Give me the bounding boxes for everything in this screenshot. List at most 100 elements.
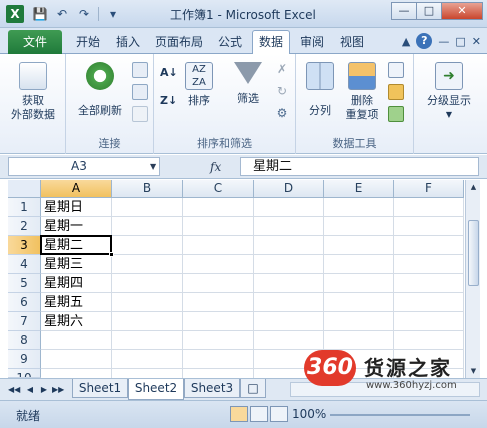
name-box[interactable]: A3 bbox=[8, 157, 160, 176]
close-icon[interactable]: ✕ bbox=[441, 2, 483, 20]
group-connections: 全部刷新 连接 bbox=[66, 54, 154, 154]
excel-app-icon[interactable]: X bbox=[6, 5, 24, 23]
minimize-icon[interactable]: — bbox=[391, 2, 417, 20]
refresh-icon bbox=[86, 62, 114, 90]
sort-desc-icon[interactable]: Z↓ bbox=[160, 94, 177, 110]
group-data-tools: 分列 删除 重复项 数据工具 bbox=[296, 54, 414, 154]
next-sheet-icon[interactable]: ▶ bbox=[38, 383, 50, 397]
advanced-filter-icon[interactable]: ⚙ bbox=[274, 106, 290, 122]
properties-icon[interactable] bbox=[132, 84, 148, 100]
vertical-scroll-thumb[interactable] bbox=[468, 220, 479, 286]
gridline bbox=[41, 349, 464, 350]
quick-access-toolbar: 💾 ↶ ↷ ▾ bbox=[32, 6, 121, 22]
sheet-tab-sheet3[interactable]: Sheet3 bbox=[184, 379, 240, 398]
redo-icon[interactable]: ↷ bbox=[76, 6, 92, 22]
scroll-down-icon[interactable]: ▼ bbox=[466, 364, 481, 378]
outline-dropdown-icon: ▼ bbox=[445, 110, 453, 119]
insert-function-icon[interactable]: fx bbox=[210, 160, 221, 174]
ribbon-data: 获取 外部数据 全部刷新 连接 A↓ Z↓ AZ ZA 排序 筛选 ✗ ↻ ⚙ 排… bbox=[0, 54, 487, 154]
row-header[interactable]: 5 bbox=[8, 274, 41, 293]
sort-asc-icon[interactable]: A↓ bbox=[160, 66, 178, 82]
cell-a6[interactable]: 星期五 bbox=[42, 293, 112, 312]
tab-data[interactable]: 数据 bbox=[252, 30, 290, 55]
what-if-analysis-icon[interactable] bbox=[388, 106, 404, 122]
doc-minimize-icon[interactable]: — bbox=[438, 35, 449, 48]
tab-home[interactable]: 开始 bbox=[70, 32, 106, 54]
cell-a1[interactable]: 星期日 bbox=[42, 198, 112, 217]
row-header[interactable]: 1 bbox=[8, 198, 41, 217]
sheet-tab-sheet1[interactable]: Sheet1 bbox=[72, 379, 128, 398]
formula-input[interactable]: 星期二 bbox=[240, 157, 479, 176]
column-header-b[interactable]: B bbox=[112, 180, 183, 198]
column-header-d[interactable]: D bbox=[254, 180, 324, 198]
remove-duplicates-button[interactable]: 删除 重复项 bbox=[342, 62, 382, 122]
filter-button[interactable]: 筛选 bbox=[228, 62, 268, 106]
remove-duplicates-label-1: 删除 bbox=[351, 94, 373, 107]
column-header-c[interactable]: C bbox=[183, 180, 254, 198]
row-header[interactable]: 9 bbox=[8, 350, 41, 369]
window-controls: — □ ✕ bbox=[391, 2, 483, 20]
normal-view-icon[interactable] bbox=[230, 406, 248, 422]
edit-links-icon[interactable] bbox=[132, 106, 148, 122]
save-icon[interactable]: 💾 bbox=[32, 6, 48, 22]
row-header[interactable]: 4 bbox=[8, 255, 41, 274]
qat-separator bbox=[98, 7, 99, 21]
row-header[interactable]: 6 bbox=[8, 293, 41, 312]
filter-funnel-icon bbox=[234, 62, 262, 84]
last-sheet-icon[interactable]: ▶▶ bbox=[52, 383, 64, 397]
get-external-data-button[interactable]: 获取 外部数据 bbox=[4, 62, 62, 122]
prev-sheet-icon[interactable]: ◀ bbox=[24, 383, 36, 397]
scroll-up-icon[interactable]: ▲ bbox=[466, 180, 481, 194]
cell-a7[interactable]: 星期六 bbox=[42, 312, 112, 331]
cell-a2[interactable]: 星期一 bbox=[42, 217, 112, 236]
cell-a5[interactable]: 星期四 bbox=[42, 274, 112, 293]
gridline bbox=[393, 198, 394, 378]
tab-page-layout[interactable]: 页面布局 bbox=[150, 32, 208, 54]
name-box-dropdown-icon[interactable]: ▼ bbox=[150, 162, 156, 171]
zoom-slider[interactable] bbox=[330, 414, 470, 416]
consolidate-icon[interactable] bbox=[388, 84, 404, 100]
worksheet-grid: A B C D E F 1 2 3 4 5 6 7 8 9 10 星期日 星期一… bbox=[0, 180, 487, 378]
zoom-level[interactable]: 100% bbox=[292, 407, 326, 421]
row-header[interactable]: 10 bbox=[8, 369, 41, 378]
doc-close-icon[interactable]: ✕ bbox=[472, 35, 481, 48]
status-bar: 就绪 100% bbox=[0, 400, 487, 428]
vertical-scrollbar[interactable]: ▲ ▼ bbox=[465, 180, 480, 378]
select-all-corner[interactable] bbox=[8, 180, 41, 198]
doc-restore-icon[interactable]: □ bbox=[455, 35, 465, 48]
fill-handle[interactable] bbox=[109, 252, 114, 257]
connections-icon[interactable] bbox=[132, 62, 148, 78]
undo-icon[interactable]: ↶ bbox=[54, 6, 70, 22]
tab-insert[interactable]: 插入 bbox=[110, 32, 146, 54]
outline-button[interactable]: ➜ 分级显示 ▼ bbox=[418, 62, 480, 122]
customize-qat-icon[interactable]: ▾ bbox=[105, 6, 121, 22]
tab-file[interactable]: 文件 bbox=[8, 30, 62, 54]
text-to-columns-label: 分列 bbox=[309, 104, 331, 117]
help-icon[interactable]: ? bbox=[416, 33, 433, 49]
first-sheet-icon[interactable]: ◀◀ bbox=[8, 383, 20, 397]
sort-button[interactable]: AZ ZA 排序 bbox=[182, 62, 216, 108]
row-header[interactable]: 8 bbox=[8, 331, 41, 350]
text-to-columns-button[interactable]: 分列 bbox=[300, 62, 340, 118]
cell-a4[interactable]: 星期三 bbox=[42, 255, 112, 274]
refresh-all-button[interactable]: 全部刷新 bbox=[72, 62, 128, 118]
row-header[interactable]: 7 bbox=[8, 312, 41, 331]
data-validation-icon[interactable] bbox=[388, 62, 404, 78]
row-header[interactable]: 3 bbox=[8, 236, 41, 255]
insert-sheet-icon[interactable]: □ bbox=[240, 379, 266, 398]
column-header-a[interactable]: A bbox=[41, 180, 112, 198]
page-layout-view-icon[interactable] bbox=[250, 406, 268, 422]
sheet-tab-sheet2[interactable]: Sheet2 bbox=[128, 379, 184, 400]
tab-view[interactable]: 视图 bbox=[334, 32, 370, 54]
group-outline: ➜ 分级显示 ▼ bbox=[414, 54, 487, 154]
row-header[interactable]: 2 bbox=[8, 217, 41, 236]
tab-formulas[interactable]: 公式 bbox=[212, 32, 248, 54]
column-header-f[interactable]: F bbox=[394, 180, 464, 198]
column-header-e[interactable]: E bbox=[324, 180, 394, 198]
formula-bar: A3 ▼ fx 星期二 bbox=[0, 155, 487, 179]
minimize-ribbon-icon[interactable]: ▲ bbox=[402, 35, 410, 48]
watermark-name: 货源之家 bbox=[364, 356, 452, 380]
tab-review[interactable]: 审阅 bbox=[294, 32, 330, 54]
page-break-view-icon[interactable] bbox=[270, 406, 288, 422]
restore-icon[interactable]: □ bbox=[416, 2, 442, 20]
